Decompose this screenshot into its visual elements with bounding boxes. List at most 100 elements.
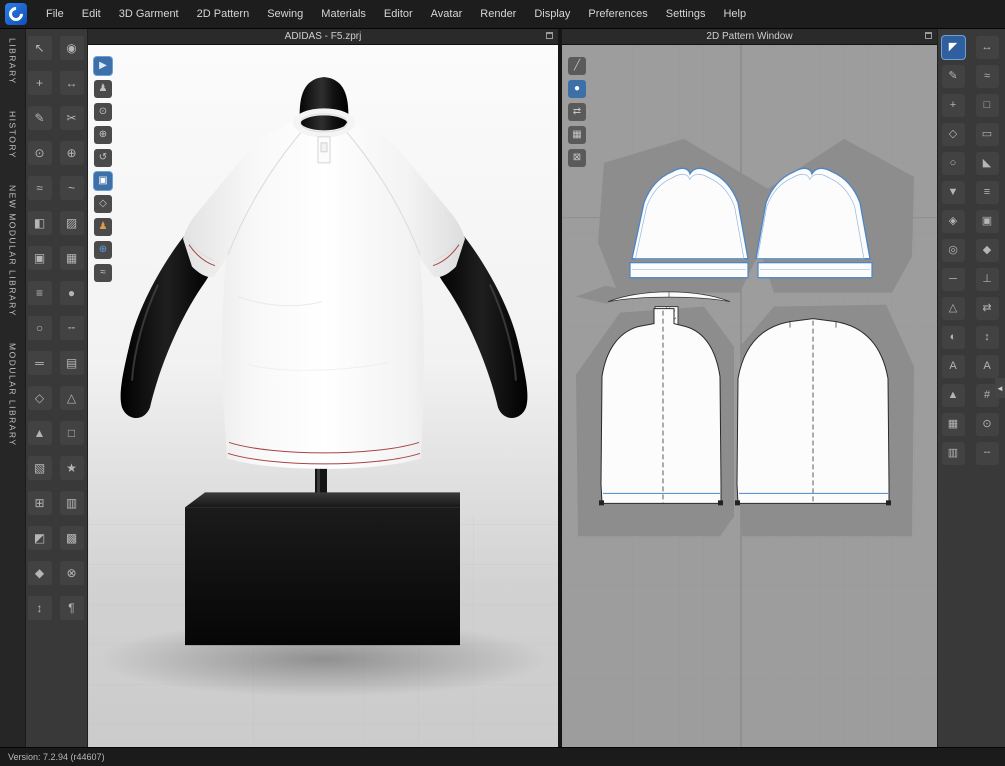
tack-on-avatar-icon[interactable]: ⊕ [59,141,84,165]
unfold-tool-icon[interactable]: ◐ [941,326,965,349]
internal-polygon-icon[interactable]: ◈ [941,210,965,233]
base-line-icon[interactable]: ─ [941,268,965,291]
annotation-tool-icon[interactable]: A [975,355,999,378]
pattern-outline-icon[interactable]: □ [59,421,84,445]
graphic-tool-icon[interactable]: ★ [59,456,84,480]
button-icon[interactable]: ● [59,281,84,305]
grading-icon[interactable]: ▲ [27,421,52,445]
trace-2d-icon[interactable]: △ [59,386,84,410]
polygon-tool-icon[interactable]: ◇ [941,123,965,146]
trim-icon[interactable]: ◆ [27,561,52,585]
slash-divide-icon[interactable]: ╱ [568,57,586,75]
pin-tool-icon[interactable]: ⊙ [27,141,52,165]
menu-display[interactable]: Display [525,0,579,28]
show-3d-garment-icon[interactable]: ▣ [94,172,112,190]
viewport-3d-canvas[interactable]: ▶ ♟ ⊙ ⊕ ↺ ▣ ◇ ♟ ⊕ ≈ [88,45,558,748]
show-3d-pattern-icon[interactable]: ● [568,80,586,98]
layout-print-icon[interactable]: ▥ [941,442,965,465]
select-move-icon[interactable]: ↖ [27,36,52,60]
topstitch-icon[interactable]: ╌ [59,316,84,340]
pattern-2d-canvas[interactable]: ╱ ● ⇄ ▦ ⊠ [562,45,937,748]
collapse-panel-arrow-icon[interactable]: ◄ [995,378,1005,398]
menu-render[interactable]: Render [471,0,525,28]
seam-allowance-icon[interactable]: ≡ [975,181,999,204]
uv-map-icon[interactable]: ⊞ [27,491,52,515]
notch-tool-icon[interactable]: ▼ [941,181,965,204]
show-environment-icon[interactable]: ⊕ [94,241,112,259]
colorway-icon[interactable]: ◩ [27,526,52,550]
text-tool-icon[interactable]: A [941,355,965,378]
tab-history[interactable]: HISTORY [8,111,18,159]
pattern-titlebar[interactable]: 2D Pattern Window [562,28,937,45]
arrangement-points-icon[interactable]: ⊙ [94,103,112,121]
menu-materials[interactable]: Materials [312,0,375,28]
menu-editor[interactable]: Editor [375,0,422,28]
hardware-icon[interactable]: ⊗ [59,561,84,585]
tab-library[interactable]: LIBRARY [8,38,18,85]
menu-3d-garment[interactable]: 3D Garment [110,0,188,28]
simulate-icon[interactable]: ▶ [94,57,112,75]
show-avatar-icon[interactable]: ♟ [94,80,112,98]
internal-dart-icon[interactable]: ◆ [975,239,999,262]
avatar-display-icon[interactable]: ◉ [59,36,84,60]
menu-sewing[interactable]: Sewing [258,0,312,28]
pattern-front-hem-band[interactable] [629,262,749,279]
pattern-back-hem-band[interactable] [757,262,873,279]
solidify-icon[interactable]: ▣ [27,246,52,270]
pattern-front-body[interactable] [600,308,722,504]
sync-2d-3d-icon[interactable]: ⇄ [568,103,586,121]
piping-icon[interactable]: ═ [27,351,52,375]
front-body-handle-left[interactable] [599,500,604,506]
menu-2d-pattern[interactable]: 2D Pattern [188,0,259,28]
clo-logo-icon[interactable] [5,3,27,25]
snap-toggle-icon[interactable]: ⊙ [975,413,999,436]
rectangle-tool-icon[interactable]: ▭ [975,123,999,146]
transform-pattern-icon[interactable]: ◤ [941,36,965,59]
internal-rectangle-icon[interactable]: ▣ [975,210,999,233]
add-pattern-icon[interactable]: □ [975,94,999,117]
texture-editor-icon[interactable]: ▧ [27,456,52,480]
edit-curvature-icon[interactable]: ≈ [975,65,999,88]
menu-file[interactable]: File [37,0,73,28]
fabric-icon[interactable]: ▩ [59,526,84,550]
measure-avatar-icon[interactable]: ↔ [59,71,84,95]
add-point-icon[interactable]: + [27,71,52,95]
internal-circle-icon[interactable]: ◎ [941,239,965,262]
front-body-handle-right[interactable] [718,500,723,506]
reset-pose-icon[interactable]: ↺ [94,149,112,167]
free-sewing-icon[interactable]: ~ [59,176,84,200]
segment-sewing-icon[interactable]: ≈ [27,176,52,200]
back-body-handle-right[interactable] [886,500,891,506]
menu-preferences[interactable]: Preferences [579,0,656,28]
trace-tool-icon[interactable]: △ [941,297,965,320]
menu-help[interactable]: Help [714,0,755,28]
menu-avatar[interactable]: Avatar [422,0,472,28]
show-pattern-mesh-icon[interactable]: ▦ [568,126,586,144]
add-point-split-icon[interactable]: + [941,94,965,117]
pen-tool-icon[interactable]: ✎ [27,106,52,130]
move-pattern-icon[interactable]: ↔ [975,36,999,59]
dart-tool-icon[interactable]: ◣ [975,152,999,175]
popout-window-icon[interactable] [925,32,932,39]
flattening-icon[interactable]: ◇ [27,386,52,410]
annotation-icon[interactable]: ¶ [59,596,84,620]
show-base-avatar-icon[interactable]: ♟ [94,218,112,236]
bonding-tool-icon[interactable]: ▦ [59,246,84,270]
print-layout-icon[interactable]: ▥ [59,491,84,515]
show-wind-controller-icon[interactable]: ≈ [94,264,112,282]
walk-tool-icon[interactable]: ↕ [975,326,999,349]
circle-tool-icon[interactable]: ○ [941,152,965,175]
back-body-handle-left[interactable] [735,500,740,506]
tab-modular-library[interactable]: MODULAR LIBRARY [8,343,18,447]
garment-tshirt[interactable] [183,120,465,469]
viewport-titlebar[interactable]: ADIDAS - F5.zprj [88,28,558,45]
fold-arrangement-icon[interactable]: ◧ [27,211,52,235]
show-internal-lines-icon[interactable]: ◇ [94,195,112,213]
perpendicular-line-icon[interactable]: ⊥ [975,268,999,291]
steam-brush-icon[interactable]: ▨ [59,211,84,235]
show-x-ray-joints-icon[interactable]: ⊕ [94,126,112,144]
edit-pattern-icon[interactable]: ✎ [941,65,965,88]
lock-pattern-icon[interactable]: ⊠ [568,149,586,167]
popout-window-icon[interactable] [546,32,553,39]
grading-edit-icon[interactable]: ▲ [941,384,965,407]
